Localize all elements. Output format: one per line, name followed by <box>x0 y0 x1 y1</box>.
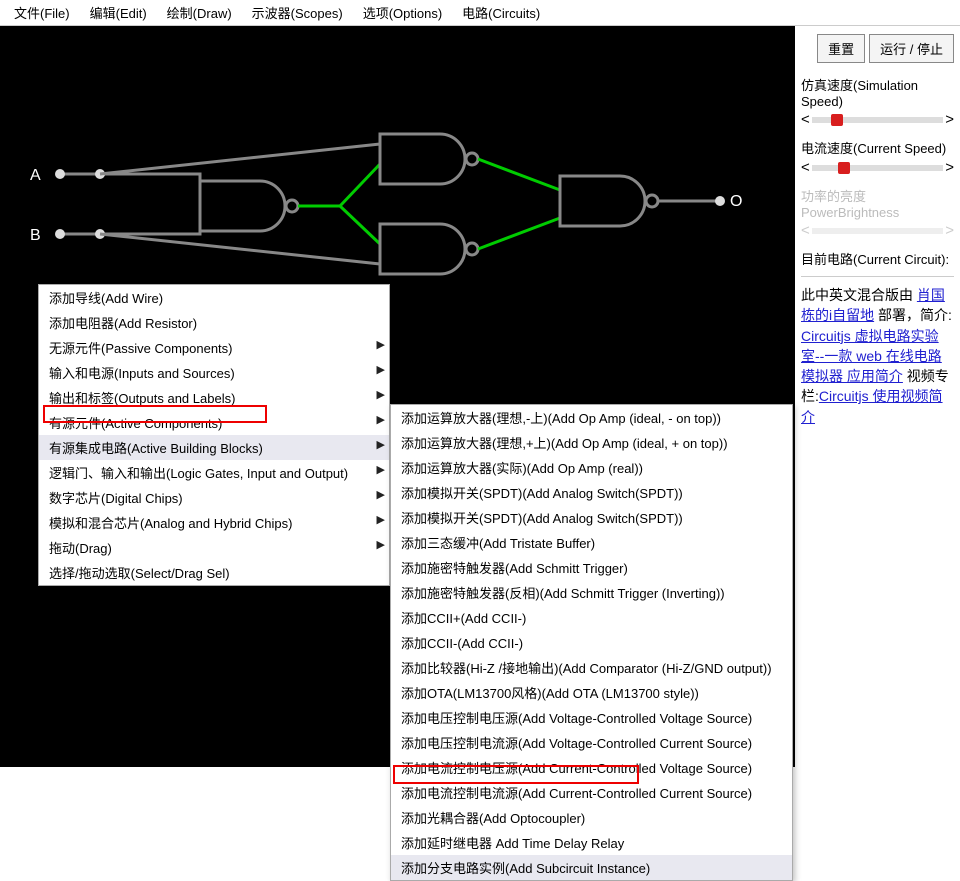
run-stop-button[interactable]: 运行 / 停止 <box>869 34 954 63</box>
context-submenu: 添加运算放大器(理想,-上)(Add Op Amp (ideal, - on t… <box>390 404 793 881</box>
label-b: B <box>30 227 41 244</box>
chevron-right-icon: ▶ <box>377 388 385 401</box>
sidebar: 重置 运行 / 停止 仿真速度(Simulation Speed) < > 电流… <box>795 26 960 767</box>
label-o: O <box>730 193 742 210</box>
ctx-add-wire[interactable]: 添加导线(Add Wire) <box>39 285 389 310</box>
current-speed-slider[interactable]: 电流速度(Current Speed) < > <box>801 138 954 176</box>
sub-analog-switch2[interactable]: 添加模拟开关(SPDT)(Add Analog Switch(SPDT)) <box>391 505 792 530</box>
ctx-active-blocks[interactable]: 有源集成电路(Active Building Blocks)▶ <box>39 435 389 460</box>
circuit-svg: A B O <box>0 26 795 286</box>
ctx-inputs[interactable]: 输入和电源(Inputs and Sources)▶ <box>39 360 389 385</box>
menubar: 文件(File) 编辑(Edit) 绘制(Draw) 示波器(Scopes) 选… <box>0 0 960 26</box>
chevron-right-icon: > <box>945 222 954 239</box>
chevron-right-icon: > <box>945 159 954 176</box>
chevron-right-icon: ▶ <box>377 513 385 526</box>
menu-scopes[interactable]: 示波器(Scopes) <box>242 0 353 26</box>
main-area: A B O <box>0 26 960 767</box>
sub-vccs[interactable]: 添加电压控制电流源(Add Voltage-Controlled Current… <box>391 730 792 755</box>
ctx-select[interactable]: 选择/拖动选取(Select/Drag Sel) <box>39 560 389 585</box>
chevron-right-icon: ▶ <box>377 538 385 551</box>
nand-gate-top <box>380 134 478 184</box>
ctx-analog[interactable]: 模拟和混合芯片(Analog and Hybrid Chips)▶ <box>39 510 389 535</box>
current-circuit-label: 目前电路(Current Circuit): <box>801 249 954 268</box>
sub-optocoupler[interactable]: 添加光耦合器(Add Optocoupler) <box>391 805 792 830</box>
sub-schmitt-inv[interactable]: 添加施密特触发器(反相)(Add Schmitt Trigger (Invert… <box>391 580 792 605</box>
sub-vcvs[interactable]: 添加电压控制电压源(Add Voltage-Controlled Voltage… <box>391 705 792 730</box>
chevron-left-icon: < <box>801 111 810 128</box>
slider-thumb[interactable] <box>838 162 850 174</box>
ctx-add-resistor[interactable]: 添加电阻器(Add Resistor) <box>39 310 389 335</box>
chevron-right-icon: ▶ <box>377 363 385 376</box>
sub-analog-switch1[interactable]: 添加模拟开关(SPDT)(Add Analog Switch(SPDT)) <box>391 480 792 505</box>
chevron-left-icon: < <box>801 222 810 239</box>
power-brightness-slider: 功率的亮度PowerBrightness < > <box>801 186 954 239</box>
nand-gate-right <box>560 176 658 226</box>
sub-ccii-plus[interactable]: 添加CCII+(Add CCII-) <box>391 605 792 630</box>
ctx-active-comp[interactable]: 有源元件(Active Components)▶ <box>39 410 389 435</box>
sub-opamp-real[interactable]: 添加运算放大器(实际)(Add Op Amp (real)) <box>391 455 792 480</box>
ctx-logic[interactable]: 逻辑门、输入和输出(Logic Gates, Input and Output)… <box>39 460 389 485</box>
sub-schmitt[interactable]: 添加施密特触发器(Add Schmitt Trigger) <box>391 555 792 580</box>
circuit-canvas[interactable]: A B O <box>0 26 795 767</box>
sub-ccvs[interactable]: 添加电流控制电压源(Add Current-Controlled Voltage… <box>391 755 792 780</box>
menu-draw[interactable]: 绘制(Draw) <box>157 0 242 26</box>
chevron-right-icon: ▶ <box>377 438 385 451</box>
sub-ota[interactable]: 添加OTA(LM13700风格)(Add OTA (LM13700 style)… <box>391 680 792 705</box>
sub-ccii-minus[interactable]: 添加CCII-(Add CCII-) <box>391 630 792 655</box>
slider-thumb[interactable] <box>831 114 843 126</box>
reset-button[interactable]: 重置 <box>817 34 865 63</box>
sub-opamp-ideal-pos[interactable]: 添加运算放大器(理想,+上)(Add Op Amp (ideal, + on t… <box>391 430 792 455</box>
menu-edit[interactable]: 编辑(Edit) <box>80 0 157 26</box>
menu-circuits[interactable]: 电路(Circuits) <box>452 0 550 26</box>
nand-gate-1 <box>200 181 298 231</box>
ctx-outputs[interactable]: 输出和标签(Outputs and Labels)▶ <box>39 385 389 410</box>
menu-file[interactable]: 文件(File) <box>4 0 80 26</box>
credits-text: 此中英文混合版由 肖国栋的i自留地 部署，简介: Circuitjs 虚拟电路实… <box>801 285 954 427</box>
ctx-passive[interactable]: 无源元件(Passive Components)▶ <box>39 335 389 360</box>
ctx-digital[interactable]: 数字芯片(Digital Chips)▶ <box>39 485 389 510</box>
ctx-drag[interactable]: 拖动(Drag)▶ <box>39 535 389 560</box>
sub-timedelay[interactable]: 添加延时继电器 Add Time Delay Relay <box>391 830 792 855</box>
sub-tristate[interactable]: 添加三态缓冲(Add Tristate Buffer) <box>391 530 792 555</box>
simulation-speed-slider[interactable]: 仿真速度(Simulation Speed) < > <box>801 75 954 128</box>
chevron-right-icon: ▶ <box>377 413 385 426</box>
nand-gate-bottom <box>380 224 478 274</box>
credit-link3[interactable]: Circuitjs 使用视频简介 <box>801 388 943 424</box>
context-menu: 添加导线(Add Wire) 添加电阻器(Add Resistor) 无源元件(… <box>38 284 390 586</box>
sub-comparator[interactable]: 添加比较器(Hi-Z /接地输出)(Add Comparator (Hi-Z/G… <box>391 655 792 680</box>
chevron-left-icon: < <box>801 159 810 176</box>
chevron-right-icon: > <box>945 111 954 128</box>
chevron-right-icon: ▶ <box>377 463 385 476</box>
chevron-right-icon: ▶ <box>377 488 385 501</box>
sub-cccs[interactable]: 添加电流控制电流源(Add Current-Controlled Current… <box>391 780 792 805</box>
label-a: A <box>30 167 41 184</box>
sub-subcircuit[interactable]: 添加分支电路实例(Add Subcircuit Instance) <box>391 855 792 880</box>
chevron-right-icon: ▶ <box>377 338 385 351</box>
menu-options[interactable]: 选项(Options) <box>353 0 452 26</box>
sub-opamp-ideal-neg[interactable]: 添加运算放大器(理想,-上)(Add Op Amp (ideal, - on t… <box>391 405 792 430</box>
